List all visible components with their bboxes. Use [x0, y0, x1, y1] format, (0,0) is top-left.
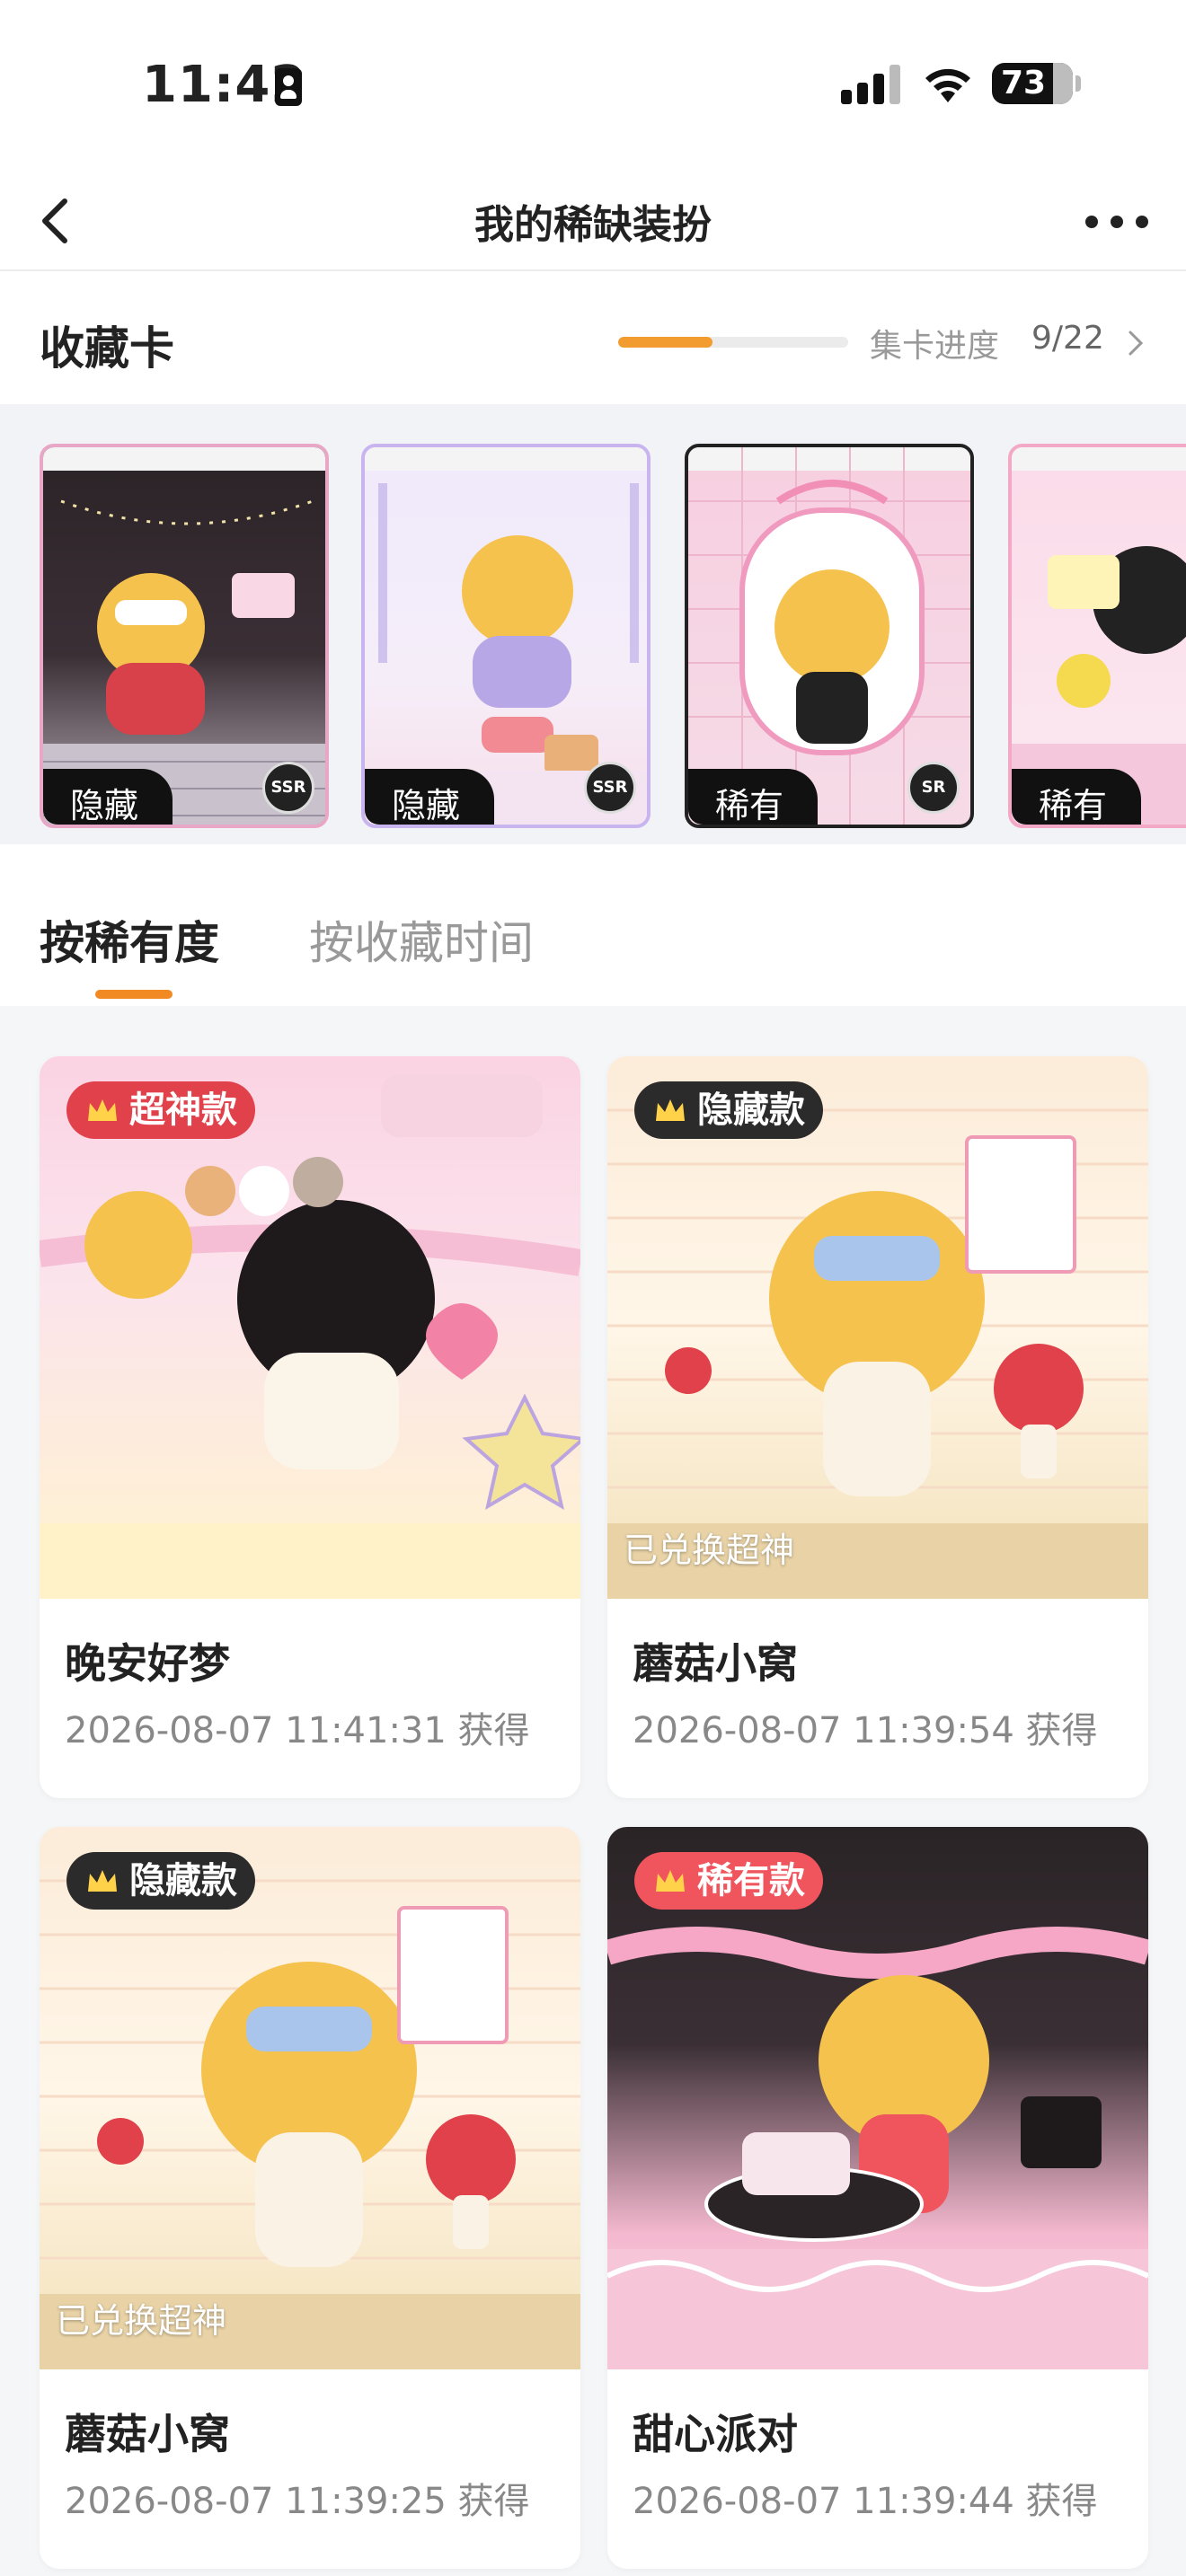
status-bar: 11:42 73: [0, 0, 1186, 171]
collection-card-strip[interactable]: 隐藏 SSR 隐藏 SSR 稀有 SR 稀有: [0, 404, 1186, 844]
obtained-time: 2026-08-07 11:41:31 获得: [65, 1710, 530, 1751]
item-grid: 超神款 晚安好梦 2026-08-07 11:41:31 获得 隐藏款 已兑换超…: [0, 1006, 1186, 2576]
card-rarity-label: 稀有: [1012, 769, 1141, 825]
rarity-badge-label: 超神款: [129, 1090, 237, 1131]
card-grade-badge: SSR: [262, 762, 314, 814]
progress-label: 集卡进度: [870, 328, 1000, 365]
outfit-name: 晚安好梦: [65, 1639, 230, 1688]
rarity-badge: 超神款: [66, 1081, 255, 1139]
outfit-thumbnail: 隐藏款 已兑换超神: [607, 1056, 1148, 1599]
outfit-name: 蘑菇小窝: [65, 2410, 230, 2458]
collection-card[interactable]: 隐藏 SSR: [40, 444, 329, 828]
outfit-name: 甜心派对: [633, 2410, 798, 2458]
collection-card[interactable]: 稀有 SR: [685, 444, 974, 828]
crown-icon: [88, 1099, 117, 1121]
wifi-icon: [925, 68, 970, 102]
outfit-thumbnail: 稀有款: [607, 1827, 1148, 2369]
rarity-badge-label: 稀有款: [697, 1860, 805, 1901]
card-rarity-label: 稀有: [688, 769, 818, 825]
more-dots-icon[interactable]: [1082, 207, 1154, 234]
outfit-card[interactable]: 稀有款 甜心派对 2026-08-07 11:39:44 获得: [607, 1827, 1148, 2569]
progress-count: 9/22: [1031, 320, 1104, 357]
collection-progress-fill: [618, 337, 712, 348]
redeemed-label: 已兑换超神: [624, 1531, 795, 1570]
outfit-thumbnail: 超神款: [40, 1056, 580, 1599]
page-title: 我的稀缺装扮: [474, 202, 712, 248]
chevron-right-icon[interactable]: [1125, 327, 1146, 359]
collection-title: 收藏卡: [40, 322, 174, 375]
nav-bar: 我的稀缺装扮: [0, 171, 1186, 271]
redeemed-label: 已兑换超神: [56, 2301, 227, 2341]
battery-level: 73: [1000, 65, 1047, 101]
tab-by-rarity[interactable]: 按稀有度: [40, 907, 219, 972]
id-card-icon: [275, 68, 302, 106]
sort-tabs: 按稀有度 按收藏时间: [0, 844, 1186, 1006]
rarity-badge-label: 隐藏款: [697, 1090, 805, 1131]
outfit-card[interactable]: 隐藏款 已兑换超神 蘑菇小窝 2026-08-07 11:39:25 获得: [40, 1827, 580, 2569]
obtained-time: 2026-08-07 11:39:44 获得: [633, 2481, 1098, 2522]
cellular-signal-icon: [841, 63, 902, 104]
obtained-time: 2026-08-07 11:39:54 获得: [633, 1710, 1098, 1751]
card-grade-badge: SR: [907, 762, 960, 814]
outfit-card[interactable]: 隐藏款 已兑换超神 蘑菇小窝 2026-08-07 11:39:54 获得: [607, 1056, 1148, 1798]
crown-icon: [656, 1099, 685, 1121]
battery-tip: [1075, 75, 1081, 92]
rarity-badge: 隐藏款: [66, 1852, 255, 1910]
card-rarity-label: 隐藏: [43, 769, 173, 825]
collection-header[interactable]: 收藏卡 集卡进度 9/22: [0, 271, 1186, 404]
rarity-badge-label: 隐藏款: [129, 1860, 237, 1901]
collection-progress-bar: [618, 337, 848, 348]
collection-card[interactable]: 隐藏 SSR: [361, 444, 651, 828]
battery-icon: 73: [992, 63, 1073, 104]
rarity-badge: 稀有款: [634, 1852, 823, 1910]
rarity-badge: 隐藏款: [634, 1081, 823, 1139]
card-rarity-label: 隐藏: [365, 769, 494, 825]
obtained-time: 2026-08-07 11:39:25 获得: [65, 2481, 530, 2522]
outfit-name: 蘑菇小窝: [633, 1639, 798, 1688]
outfit-card[interactable]: 超神款 晚安好梦 2026-08-07 11:41:31 获得: [40, 1056, 580, 1798]
crown-icon: [88, 1870, 117, 1892]
collection-card[interactable]: 稀有: [1008, 444, 1186, 828]
card-grade-badge: SSR: [584, 762, 636, 814]
outfit-thumbnail: 隐藏款 已兑换超神: [40, 1827, 580, 2369]
crown-icon: [656, 1870, 685, 1892]
tab-by-collect-time[interactable]: 按收藏时间: [309, 907, 534, 972]
active-tab-indicator: [95, 990, 173, 999]
